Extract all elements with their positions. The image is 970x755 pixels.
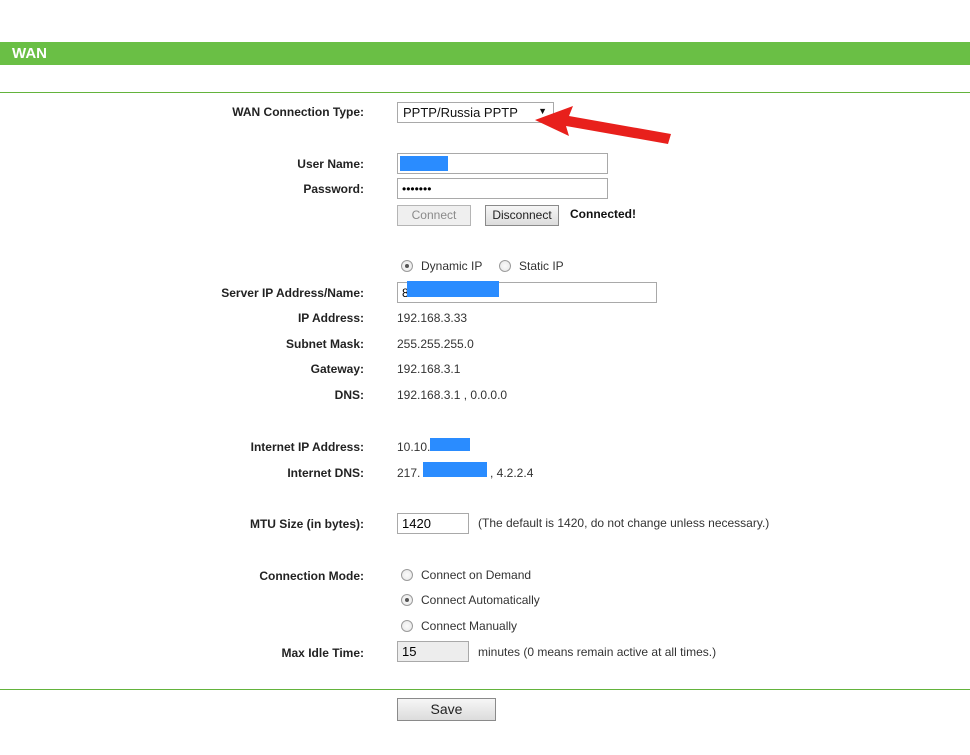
max-idle-input[interactable] xyxy=(397,641,469,662)
redacted-username xyxy=(400,156,448,171)
gateway-label: Gateway: xyxy=(310,362,364,376)
internet-ip-label: Internet IP Address: xyxy=(250,440,364,454)
bottom-divider xyxy=(0,689,970,690)
connect-on-demand-radio[interactable] xyxy=(401,569,413,581)
dynamic-ip-option[interactable]: Dynamic IP xyxy=(401,259,482,273)
mtu-input[interactable] xyxy=(397,513,469,534)
page-title: WAN xyxy=(12,45,47,62)
static-ip-radio[interactable] xyxy=(499,260,511,272)
ip-address-label: IP Address: xyxy=(297,311,364,325)
redacted-server xyxy=(407,281,499,297)
connect-manually-radio[interactable] xyxy=(401,620,413,632)
static-ip-label: Static IP xyxy=(519,259,564,273)
dns-value: 192.168.3.1 , 0.0.0.0 xyxy=(397,388,508,402)
connect-automatically-radio[interactable] xyxy=(401,594,413,606)
connect-automatically-label: Connect Automatically xyxy=(421,593,540,607)
internet-dns-suffix: , 4.2.2.4 xyxy=(490,466,534,480)
connect-button[interactable]: Connect xyxy=(397,205,471,226)
connection-mode-label: Connection Mode: xyxy=(259,569,364,583)
subnet-mask-value: 255.255.255.0 xyxy=(397,337,474,351)
annotation-arrow-icon xyxy=(535,106,671,144)
gateway-value: 192.168.3.1 xyxy=(397,362,461,376)
internet-dns-prefix: 217. xyxy=(397,466,421,480)
subnet-mask-label: Subnet Mask: xyxy=(285,337,364,351)
dynamic-ip-label: Dynamic IP xyxy=(421,259,483,273)
wan-type-label: WAN Connection Type: xyxy=(232,105,364,119)
dns-label: DNS: xyxy=(334,388,364,402)
disconnect-button[interactable]: Disconnect xyxy=(485,205,559,226)
connect-manually-option[interactable]: Connect Manually xyxy=(401,619,517,633)
password-label: Password: xyxy=(303,182,364,196)
save-button[interactable]: Save xyxy=(397,698,496,721)
redacted-internet-dns xyxy=(423,462,487,477)
server-ip-label: Server IP Address/Name: xyxy=(221,286,364,300)
max-idle-hint: minutes (0 means remain active at all ti… xyxy=(478,645,717,659)
mtu-hint: (The default is 1420, do not change unle… xyxy=(478,516,770,530)
connect-automatically-option[interactable]: Connect Automatically xyxy=(401,593,540,607)
max-idle-label: Max Idle Time: xyxy=(281,646,364,660)
top-divider xyxy=(0,92,970,93)
password-input[interactable] xyxy=(397,178,608,199)
static-ip-option[interactable]: Static IP xyxy=(499,259,564,273)
connect-on-demand-label: Connect on Demand xyxy=(421,568,532,582)
username-label: User Name: xyxy=(297,157,364,171)
internet-ip-value: 10.10. xyxy=(397,440,431,454)
connection-status: Connected! xyxy=(570,207,636,221)
connect-on-demand-option[interactable]: Connect on Demand xyxy=(401,568,531,582)
connect-manually-label: Connect Manually xyxy=(421,619,518,633)
internet-dns-label: Internet DNS: xyxy=(287,466,364,480)
redacted-internet-ip xyxy=(430,438,470,451)
ip-address-value: 192.168.3.33 xyxy=(397,311,468,325)
wan-type-selected: PPTP/Russia PPTP xyxy=(403,105,518,120)
page-header: WAN xyxy=(0,42,970,65)
dynamic-ip-radio[interactable] xyxy=(401,260,413,272)
mtu-label: MTU Size (in bytes): xyxy=(249,517,364,531)
